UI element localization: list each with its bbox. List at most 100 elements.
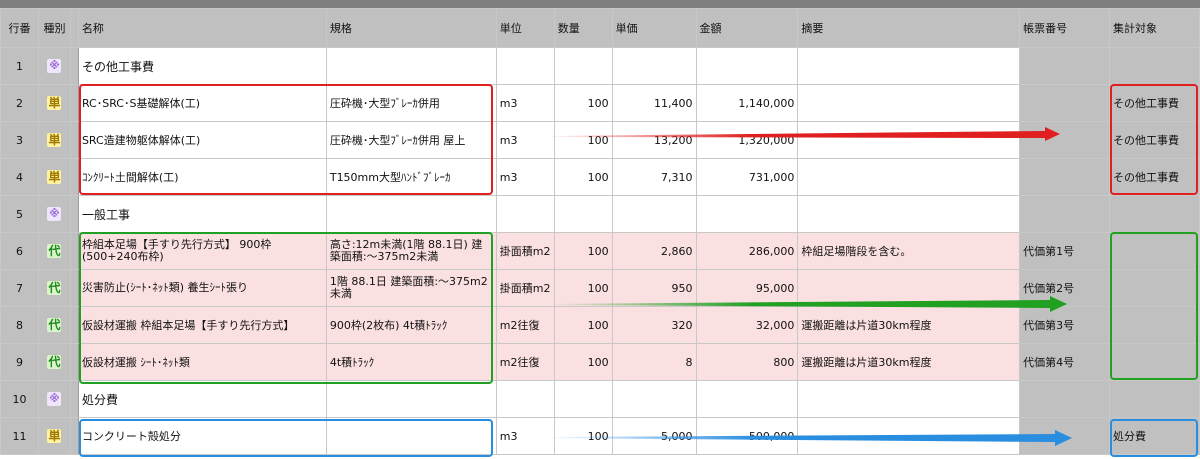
unit-cell[interactable]: m3 <box>495 84 555 122</box>
name-cell[interactable]: SRC造建物躯体解体(工) <box>77 121 327 159</box>
target-cell[interactable] <box>1108 306 1200 344</box>
target-cell[interactable] <box>1108 343 1200 381</box>
type-cell[interactable]: 代 <box>37 306 71 344</box>
note-cell[interactable] <box>797 121 1021 159</box>
target-cell[interactable] <box>1108 269 1200 307</box>
amount-cell[interactable] <box>695 47 799 85</box>
header-name[interactable]: 名称 <box>77 8 327 48</box>
spec-cell[interactable]: 高さ:12m未満(1階 88.1日) 建築面積:～375m2未満 <box>325 232 497 270</box>
note-cell[interactable] <box>797 380 1021 418</box>
unit-cell[interactable]: m3 <box>495 417 555 455</box>
voucher-cell[interactable] <box>1019 158 1110 196</box>
note-cell[interactable] <box>797 417 1021 455</box>
name-cell[interactable]: 災害防止(ｼｰﾄ･ﾈｯﾄ類) 養生ｼｰﾄ張り <box>77 269 327 307</box>
note-cell[interactable] <box>797 47 1021 85</box>
target-cell[interactable]: その他工事費 <box>1108 121 1200 159</box>
type-cell[interactable]: 単 <box>37 158 71 196</box>
amount-cell[interactable]: 286,000 <box>695 232 799 270</box>
qty-cell[interactable]: 100 <box>553 343 613 381</box>
voucher-cell[interactable] <box>1019 47 1110 85</box>
type-cell[interactable]: 代 <box>37 269 71 307</box>
type-cell[interactable]: 単 <box>37 417 71 455</box>
qty-cell[interactable]: 100 <box>553 232 613 270</box>
price-cell[interactable]: 13,200 <box>611 121 697 159</box>
qty-cell[interactable] <box>553 195 613 233</box>
qty-cell[interactable]: 100 <box>553 84 613 122</box>
unit-cell[interactable] <box>495 47 555 85</box>
target-cell[interactable] <box>1108 232 1200 270</box>
type-cell[interactable]: ※ <box>37 195 71 233</box>
qty-cell[interactable]: 100 <box>553 306 613 344</box>
spec-cell[interactable]: 900枠(2枚布) 4t積ﾄﾗｯｸ <box>325 306 497 344</box>
spec-cell[interactable] <box>325 417 497 455</box>
table-row[interactable]: 10 ※ 処分費 <box>0 380 1200 418</box>
name-cell[interactable]: ｺﾝｸﾘｰﾄ土間解体(工) <box>77 158 327 196</box>
price-cell[interactable]: 7,310 <box>611 158 697 196</box>
note-cell[interactable] <box>797 84 1021 122</box>
unit-cell[interactable]: m2往復 <box>495 343 555 381</box>
amount-cell[interactable] <box>695 380 799 418</box>
target-cell[interactable] <box>1108 195 1200 233</box>
unit-cell[interactable]: m2往復 <box>495 306 555 344</box>
qty-cell[interactable]: 100 <box>553 269 613 307</box>
unit-cell[interactable] <box>495 380 555 418</box>
price-cell[interactable]: 8 <box>611 343 697 381</box>
unit-cell[interactable] <box>495 195 555 233</box>
note-cell[interactable]: 枠組足場階段を含む。 <box>797 232 1021 270</box>
name-cell[interactable]: 仮設材運搬 枠組本足場【手すり先行方式】 <box>77 306 327 344</box>
type-cell[interactable]: 単 <box>37 121 71 159</box>
spec-cell[interactable]: 4t積ﾄﾗｯｸ <box>325 343 497 381</box>
amount-cell[interactable]: 800 <box>695 343 799 381</box>
spec-cell[interactable]: 圧砕機･大型ﾌﾞﾚｰｶ併用 <box>325 84 497 122</box>
voucher-cell[interactable] <box>1019 121 1110 159</box>
header-note[interactable]: 摘要 <box>797 8 1021 48</box>
note-cell[interactable] <box>797 195 1021 233</box>
target-cell[interactable]: その他工事費 <box>1108 84 1200 122</box>
amount-cell[interactable]: 1,320,000 <box>695 121 799 159</box>
price-cell[interactable]: 2,860 <box>611 232 697 270</box>
type-cell[interactable]: ※ <box>37 47 71 85</box>
name-cell[interactable]: 処分費 <box>77 380 327 418</box>
table-row[interactable]: 6 代 枠組本足場【手すり先行方式】 900枠(500+240布枠) 高さ:12m未満… <box>0 232 1200 270</box>
amount-cell[interactable]: 500,000 <box>695 417 799 455</box>
unit-cell[interactable]: 掛面積m2 <box>495 232 555 270</box>
note-cell[interactable]: 運搬距離は片道30km程度 <box>797 343 1021 381</box>
amount-cell[interactable] <box>695 195 799 233</box>
qty-cell[interactable] <box>553 47 613 85</box>
price-cell[interactable]: 5,000 <box>611 417 697 455</box>
name-cell[interactable]: コンクリート殻処分 <box>77 417 327 455</box>
table-row[interactable]: 8 代 仮設材運搬 枠組本足場【手すり先行方式】 900枠(2枚布) 4t積ﾄﾗｯｸ m… <box>0 306 1200 344</box>
type-cell[interactable]: ※ <box>37 380 71 418</box>
note-cell[interactable]: 運搬距離は片道30km程度 <box>797 306 1021 344</box>
spec-cell[interactable]: 圧砕機･大型ﾌﾞﾚｰｶ併用 屋上 <box>325 121 497 159</box>
type-cell[interactable]: 代 <box>37 343 71 381</box>
spec-cell[interactable]: T150mm大型ﾊﾝﾄﾞﾌﾞﾚｰｶ <box>325 158 497 196</box>
qty-cell[interactable]: 100 <box>553 158 613 196</box>
unit-cell[interactable]: 掛面積m2 <box>495 269 555 307</box>
price-cell[interactable] <box>611 380 697 418</box>
amount-cell[interactable]: 1,140,000 <box>695 84 799 122</box>
table-row[interactable]: 5 ※ 一般工事 <box>0 195 1200 233</box>
header-qty[interactable]: 数量 <box>553 8 613 48</box>
spec-cell[interactable]: 1階 88.1日 建築面積:～375m2未満 <box>325 269 497 307</box>
header-row-no[interactable]: 行番 <box>0 8 39 48</box>
voucher-cell[interactable]: 代価第4号 <box>1019 343 1110 381</box>
header-type[interactable]: 種別 <box>37 8 71 48</box>
price-cell[interactable]: 320 <box>611 306 697 344</box>
header-unit[interactable]: 単位 <box>495 8 555 48</box>
amount-cell[interactable]: 731,000 <box>695 158 799 196</box>
name-cell[interactable]: 仮設材運搬 ｼｰﾄ･ﾈｯﾄ類 <box>77 343 327 381</box>
spec-cell[interactable] <box>325 47 497 85</box>
target-cell[interactable]: 処分費 <box>1108 417 1200 455</box>
unit-cell[interactable]: m3 <box>495 158 555 196</box>
price-cell[interactable]: 950 <box>611 269 697 307</box>
name-cell[interactable]: 枠組本足場【手すり先行方式】 900枠(500+240布枠) <box>77 232 327 270</box>
qty-cell[interactable]: 100 <box>553 121 613 159</box>
table-row[interactable]: 7 代 災害防止(ｼｰﾄ･ﾈｯﾄ類) 養生ｼｰﾄ張り 1階 88.1日 建築面積:～3… <box>0 269 1200 307</box>
header-spec[interactable]: 規格 <box>325 8 497 48</box>
table-row[interactable]: 4 単 ｺﾝｸﾘｰﾄ土間解体(工) T150mm大型ﾊﾝﾄﾞﾌﾞﾚｰｶ m3 100 7,3… <box>0 158 1200 196</box>
voucher-cell[interactable] <box>1019 417 1110 455</box>
name-cell[interactable]: その他工事費 <box>77 47 327 85</box>
header-amount[interactable]: 金額 <box>695 8 799 48</box>
header-voucher[interactable]: 帳票番号 <box>1019 8 1110 48</box>
